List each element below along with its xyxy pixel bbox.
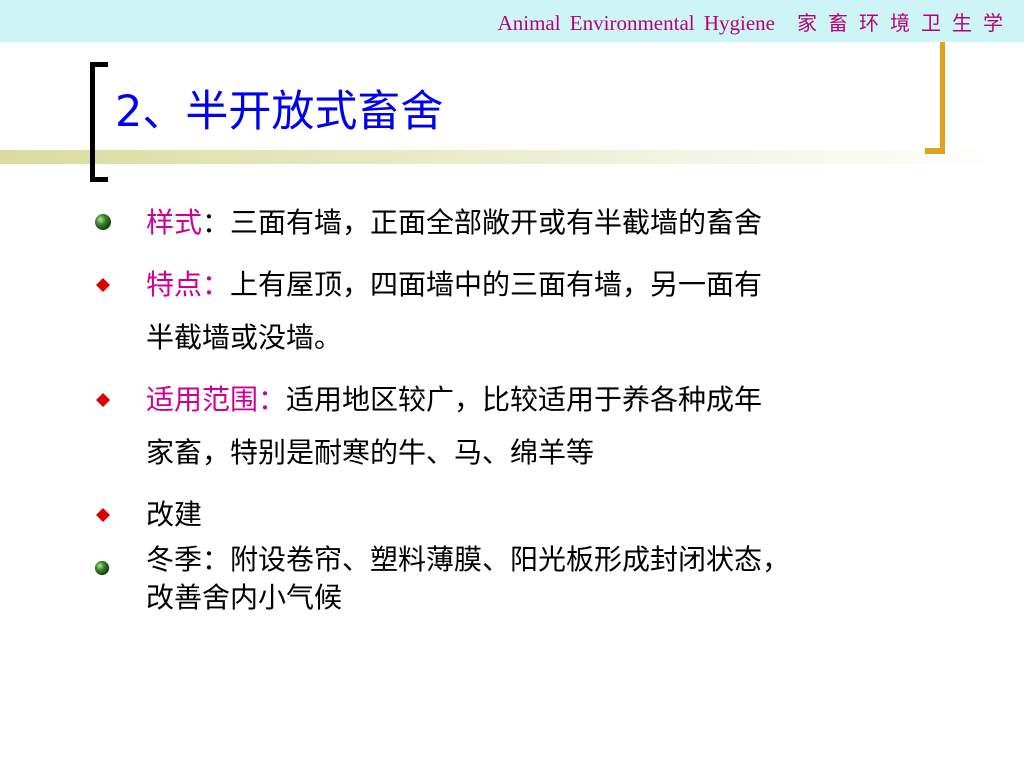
bullet-colon: ： — [202, 206, 231, 239]
bullet-text: 上有屋顶，四面墙中的三面有墙，另一面有 — [230, 268, 763, 301]
green-sphere-bullet-icon — [94, 560, 110, 576]
bullet-text: 三面有墙，正面全部敞开或有半截墙的畜舍 — [230, 206, 763, 239]
red-diamond-bullet-icon — [96, 393, 110, 407]
bullet-item-features: 特点：上有屋顶，四面墙中的三面有墙，另一面有 半截墙或没墙。 — [146, 258, 916, 364]
bullet-label: 适用范围： — [146, 383, 287, 416]
bullet-text: 冬季：附设卷帘、塑料薄膜、阳光板形成封闭状态， — [146, 543, 791, 576]
header-band: Animal Environmental Hygiene 家畜环境卫生学 — [0, 0, 1024, 42]
bullet-label: 样式 — [146, 206, 203, 239]
bullet-item-renovation: 改建 — [146, 488, 916, 541]
bullet-item-winter: 冬季：附设卷帘、塑料薄膜、阳光板形成封闭状态， 改善舍内小气候 — [146, 541, 916, 617]
slide: Animal Environmental Hygiene 家畜环境卫生学 2、半开… — [0, 0, 1024, 768]
course-title-chinese: 家畜环境卫生学 — [797, 11, 1014, 35]
bullet-text: 半截墙或没墙。 — [146, 321, 343, 354]
slide-title: 2、半开放式畜舍 — [115, 87, 444, 137]
red-diamond-bullet-icon — [96, 508, 110, 522]
green-sphere-bullet-icon — [95, 214, 111, 230]
bullet-item-scope: 适用范围：适用地区较广，比较适用于养各种成年 家畜，特别是耐寒的牛、马、绵羊等 — [146, 373, 916, 479]
red-diamond-bullet-icon — [96, 278, 110, 292]
bullet-text: 改善舍内小气候 — [146, 581, 343, 614]
bullet-label: 特点： — [146, 268, 231, 301]
course-title-english: Animal Environmental Hygiene — [497, 11, 775, 35]
right-bracket-icon — [925, 42, 945, 154]
bullet-text: 适用地区较广，比较适用于养各种成年 — [286, 383, 763, 416]
title-underline-rule — [0, 150, 1024, 164]
bullet-item-style: 样式：三面有墙，正面全部敞开或有半截墙的畜舍 — [146, 196, 916, 249]
left-bracket-icon — [90, 62, 108, 182]
bullet-text: 改建 — [146, 498, 203, 531]
course-header: Animal Environmental Hygiene 家畜环境卫生学 — [498, 7, 1014, 36]
bullet-text: 家畜，特别是耐寒的牛、马、绵羊等 — [146, 436, 595, 469]
